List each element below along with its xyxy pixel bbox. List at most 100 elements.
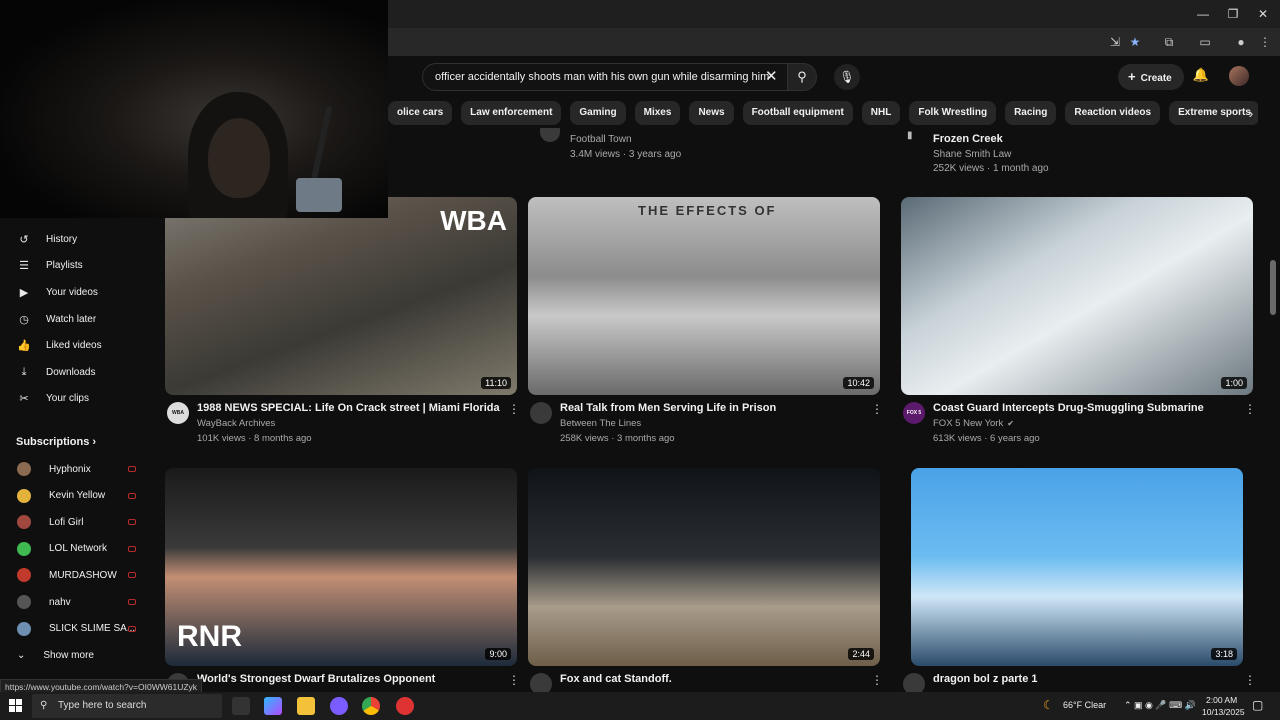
bookmark-star-icon[interactable]: ★ [1126, 34, 1144, 50]
voice-search-button[interactable]: 🎙 [834, 64, 860, 90]
subscription-item[interactable]: Kevin Yellow [0, 483, 150, 509]
filter-chip[interactable]: olice cars [388, 101, 453, 125]
more-options-icon[interactable]: ⋮ [871, 402, 883, 416]
channel-avatar[interactable]: ▮ [907, 130, 917, 142]
sidebar-item-downloads[interactable]: ⤓ Downloads [0, 359, 150, 386]
video-duration: 11:10 [481, 377, 511, 389]
clear-search-icon[interactable]: ✕ [765, 67, 778, 85]
windows-start-icon[interactable] [9, 699, 22, 712]
channel-avatar[interactable] [530, 402, 552, 424]
account-avatar[interactable] [1229, 66, 1249, 86]
recording-app-icon[interactable] [396, 697, 414, 715]
subscription-item[interactable]: nahv [0, 589, 150, 615]
sidebar-item-liked-videos[interactable]: 👍 Liked videos [0, 332, 150, 359]
video-title[interactable]: World's Strongest Dwarf Brutalizes Oppon… [197, 673, 435, 685]
avatar-text: WBA [172, 410, 184, 416]
file-explorer-icon[interactable] [297, 697, 315, 715]
thumbnail-overlay-text: THE EFFECTS OF [638, 203, 777, 218]
video-thumbnail[interactable]: 2:44 [528, 468, 880, 666]
channel-avatar[interactable]: FOX 5 LIVE [903, 402, 925, 424]
channel-avatar[interactable]: WBA [167, 402, 189, 424]
search-query: officer accidentally shoots man with his… [435, 71, 770, 83]
chrome-icon[interactable] [362, 697, 380, 715]
screen: { "search": {"query": "officer accidenta… [0, 0, 1280, 720]
subscription-item[interactable]: MURDASHOW [0, 562, 150, 588]
video-meta: 252K views · 1 month ago [933, 163, 1049, 174]
more-options-icon[interactable]: ⋮ [508, 673, 520, 687]
sidebar-item-your-videos[interactable]: ▶ Your videos [0, 279, 150, 306]
app-icon[interactable] [330, 697, 348, 715]
subscription-item[interactable]: LOL Network [0, 536, 150, 562]
video-meta: 613K views · 6 years ago [933, 433, 1040, 444]
video-thumbnail[interactable]: THE EFFECTS OF 10:42 [528, 197, 880, 395]
menu-icon[interactable]: ⋮ [1256, 34, 1274, 50]
more-options-icon[interactable]: ⋮ [1244, 402, 1256, 416]
chevron-right-icon[interactable]: › [1241, 103, 1261, 123]
sidebar-item-playlists[interactable]: ☰ Playlists [0, 253, 150, 280]
clock-time[interactable]: 2:00 AM [1206, 695, 1237, 705]
video-title[interactable]: dragon bol z parte 1 [933, 673, 1038, 685]
channel-name[interactable]: Between The Lines [560, 418, 641, 429]
system-tray-icons[interactable]: ⌃ ▣ ◉ 🎤 ⌨ 🔊 [1124, 700, 1196, 711]
weather-text[interactable]: 66°F Clear [1063, 700, 1106, 710]
channel-avatar [17, 541, 31, 556]
install-app-icon[interactable]: ⇲ [1106, 34, 1124, 50]
video-thumbnail[interactable]: 1:00 [901, 197, 1253, 395]
minimize-button[interactable]: — [1188, 4, 1218, 24]
filter-chip[interactable]: Racing [1005, 101, 1057, 125]
taskbar-search-input[interactable]: ⚲ Type here to search [32, 694, 222, 718]
profile-icon[interactable]: ● [1232, 34, 1250, 50]
search-button[interactable]: ⚲ [787, 63, 817, 91]
filter-chip[interactable]: Reaction videos [1065, 101, 1161, 125]
filter-chip[interactable]: NHL [861, 101, 901, 125]
copilot-icon[interactable] [264, 697, 282, 715]
search-input[interactable]: officer accidentally shoots man with his… [422, 63, 790, 91]
task-view-icon[interactable] [232, 697, 250, 715]
filter-chip[interactable]: News [689, 101, 734, 125]
subscriptions-label: Subscriptions [16, 436, 90, 448]
clock-date[interactable]: 10/13/2025 [1202, 707, 1245, 717]
video-title[interactable]: Coast Guard Intercepts Drug-Smuggling Su… [933, 402, 1204, 414]
subscription-item[interactable]: Lofi Girl [0, 509, 150, 535]
video-thumbnail[interactable]: 3:18 [911, 468, 1243, 666]
cast-icon[interactable]: ▭ [1196, 34, 1214, 50]
video-thumbnail[interactable]: WBA 11:10 [165, 197, 517, 395]
subscription-item[interactable]: SLICK SLIME SA... [0, 616, 150, 642]
subscriptions-heading[interactable]: Subscriptions › [16, 436, 96, 448]
filter-chip[interactable]: Folk Wrestling [909, 101, 997, 125]
sidebar-item-watch-later[interactable]: ◷ Watch later [0, 306, 150, 333]
video-duration: 10:42 [843, 377, 874, 389]
scrollbar-thumb[interactable] [1270, 260, 1276, 315]
filter-chip[interactable]: Football equipment [742, 101, 853, 125]
webcam-overlay [0, 0, 388, 218]
notifications-icon[interactable]: ▢ [1252, 698, 1263, 712]
filter-chip[interactable]: Law enforcement [461, 101, 562, 125]
channel-name[interactable]: Shane Smith Law [933, 149, 1011, 160]
channel-name[interactable]: Football Town [570, 134, 632, 145]
video-title[interactable]: 1988 NEWS SPECIAL: Life On Crack street … [197, 402, 500, 414]
video-title[interactable]: Frozen Creek [933, 133, 1003, 145]
notifications-bell-icon[interactable]: 🔔 [1192, 67, 1210, 85]
subscription-item[interactable]: Hyphonix [0, 456, 150, 482]
channel-name[interactable]: FOX 5 New York ✔ [933, 418, 1014, 429]
restore-button[interactable]: ❐ [1218, 4, 1248, 24]
plus-icon: + [1128, 69, 1136, 84]
more-options-icon[interactable]: ⋮ [508, 402, 520, 416]
video-title[interactable]: Fox and cat Standoff. [560, 673, 672, 685]
close-window-button[interactable]: ✕ [1248, 4, 1278, 24]
channel-avatar [17, 621, 31, 636]
extensions-icon[interactable]: ⧉ [1160, 34, 1178, 50]
video-title[interactable]: Real Talk from Men Serving Life in Priso… [560, 402, 776, 414]
more-options-icon[interactable]: ⋮ [1244, 673, 1256, 687]
filter-chip[interactable]: Gaming [570, 101, 626, 125]
video-thumbnail[interactable]: RNR 9:00 [165, 468, 517, 666]
sidebar-item-your-clips[interactable]: ✂ Your clips [0, 386, 150, 413]
filter-chip[interactable]: Mixes [634, 101, 681, 125]
channel-name-text: WayBack Archives [197, 418, 276, 429]
more-options-icon[interactable]: ⋮ [871, 673, 883, 687]
channel-name[interactable]: WayBack Archives [197, 418, 275, 429]
show-more-button[interactable]: ⌄ Show more [0, 642, 150, 668]
channel-avatar [17, 462, 31, 476]
create-button[interactable]: + Create [1118, 64, 1184, 90]
sidebar-item-history[interactable]: ↺ History [0, 226, 150, 253]
